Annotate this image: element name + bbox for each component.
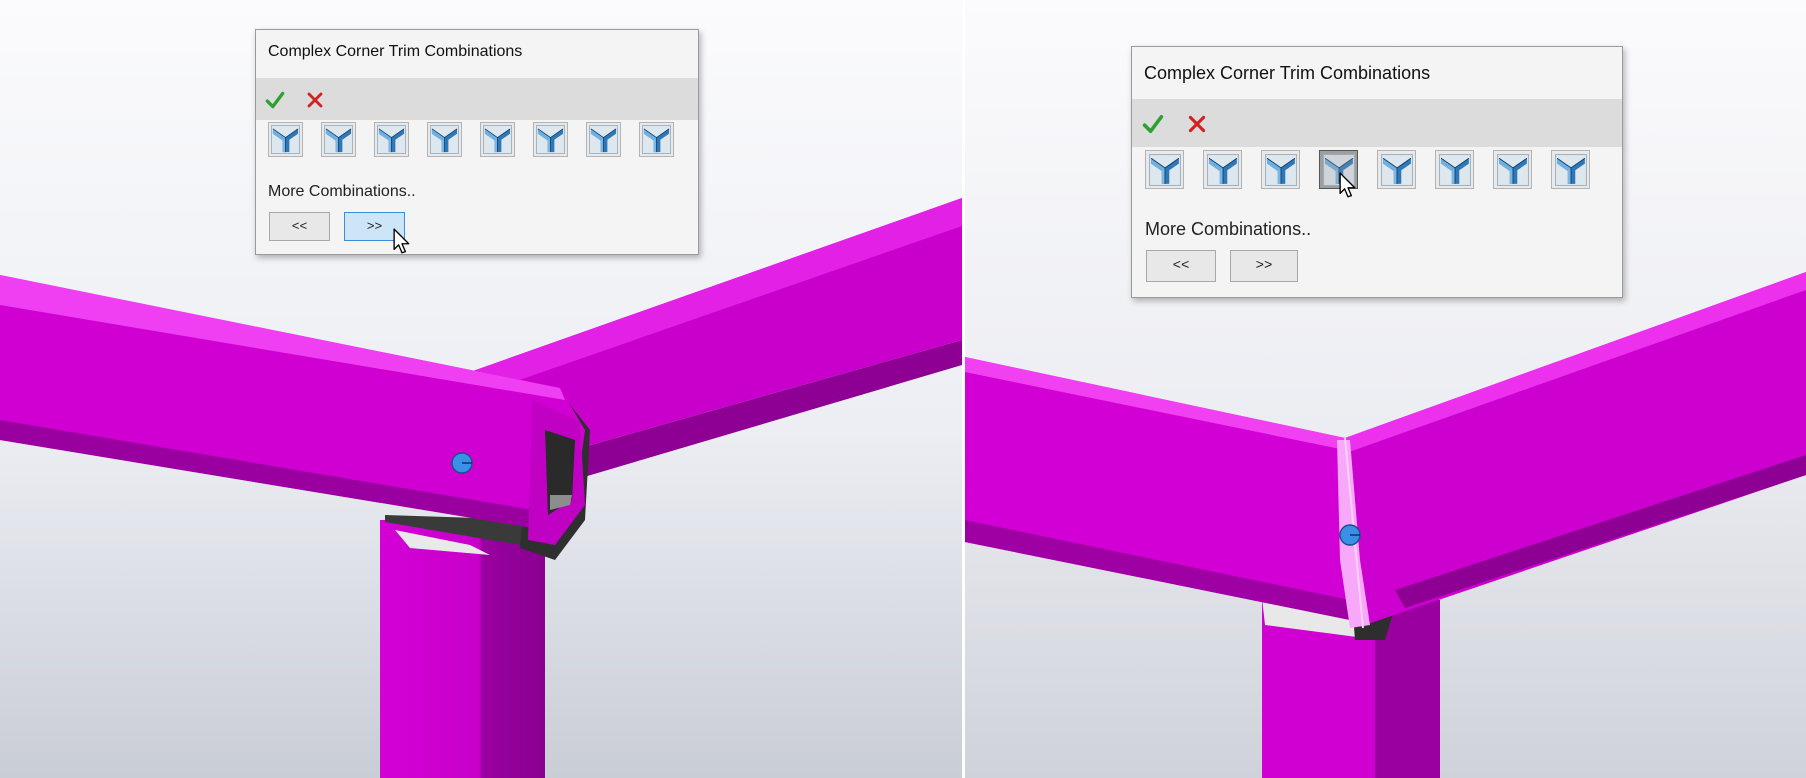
left-vertical-tube	[380, 520, 545, 778]
ok-checkmark-icon[interactable]	[1140, 111, 1166, 137]
corner-trim-combo-1-icon[interactable]	[268, 122, 303, 157]
corner-trim-combo-7-icon[interactable]	[586, 122, 621, 157]
combination-icons-row	[268, 122, 674, 157]
mouse-cursor-icon	[393, 228, 411, 255]
corner-trim-combo-1-icon[interactable]	[1145, 150, 1184, 189]
corner-trim-combo-2-icon[interactable]	[1203, 150, 1242, 189]
right-viewport: Complex Corner Trim Combinations More Co…	[965, 0, 1806, 778]
dialog-action-bar	[1132, 99, 1622, 147]
cancel-x-icon[interactable]	[1184, 111, 1210, 137]
mouse-cursor-icon	[1339, 172, 1357, 199]
dialog-title: Complex Corner Trim Combinations	[256, 30, 698, 72]
previous-combinations-button[interactable]: <<	[269, 212, 330, 241]
dialog-title-text: Complex Corner Trim Combinations	[268, 43, 523, 60]
corner-trim-combo-8-icon[interactable]	[1551, 150, 1590, 189]
more-combinations-label: More Combinations..	[1145, 219, 1312, 239]
dialog-action-bar	[256, 78, 698, 120]
corner-trim-combo-7-icon[interactable]	[1493, 150, 1532, 189]
corner-trim-combo-4-icon[interactable]	[427, 122, 462, 157]
corner-trim-dialog-left: Complex Corner Trim Combinations More Co…	[255, 29, 699, 255]
corner-trim-dialog-right: Complex Corner Trim Combinations More Co…	[1131, 46, 1623, 298]
corner-trim-combo-3-icon[interactable]	[1261, 150, 1300, 189]
corner-trim-combo-2-icon[interactable]	[321, 122, 356, 157]
ok-checkmark-icon[interactable]	[263, 88, 287, 112]
combination-icons-row	[1145, 150, 1590, 189]
corner-trim-combo-5-icon[interactable]	[480, 122, 515, 157]
corner-trim-combo-5-icon[interactable]	[1377, 150, 1416, 189]
left-viewport: Complex Corner Trim Combinations More Co…	[0, 0, 962, 778]
previous-combinations-button[interactable]: <<	[1146, 250, 1216, 282]
corner-trim-combo-8-icon[interactable]	[639, 122, 674, 157]
corner-trim-combo-3-icon[interactable]	[374, 122, 409, 157]
dialog-title: Complex Corner Trim Combinations	[1132, 47, 1622, 95]
corner-trim-combo-6-icon[interactable]	[533, 122, 568, 157]
dialog-title-text: Complex Corner Trim Combinations	[1144, 63, 1431, 83]
more-combinations-label: More Combinations..	[268, 183, 416, 200]
cancel-x-icon[interactable]	[303, 88, 327, 112]
next-combinations-button[interactable]: >>	[1230, 250, 1298, 282]
corner-trim-combo-6-icon[interactable]	[1435, 150, 1474, 189]
